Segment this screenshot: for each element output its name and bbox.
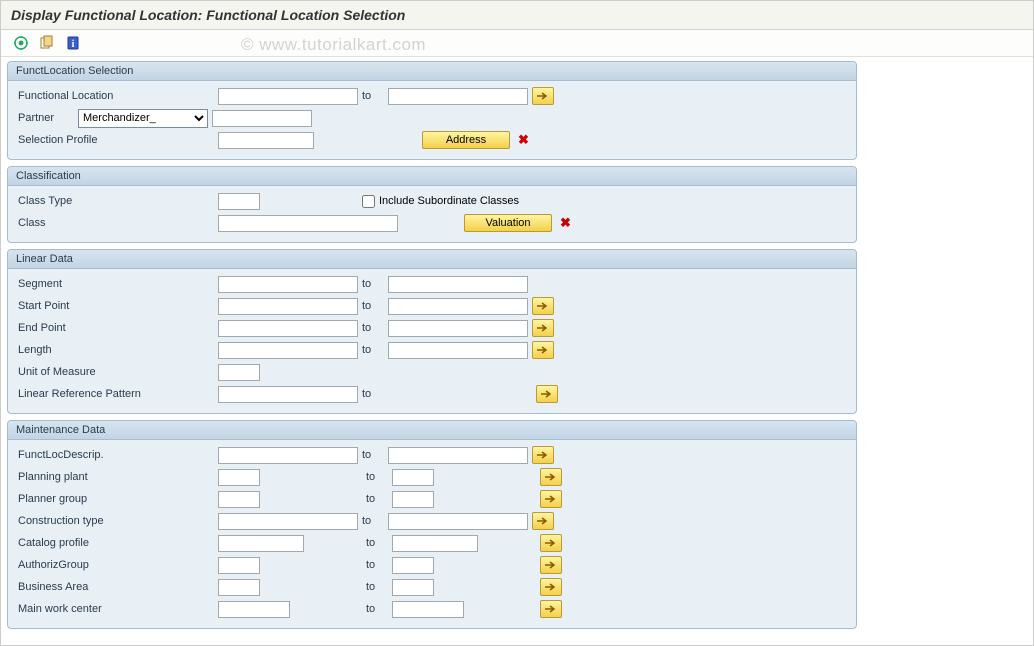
business-area-multi-button[interactable]	[540, 578, 562, 596]
functional-location-label: Functional Location	[14, 90, 164, 102]
authoriz-group-label: AuthorizGroup	[14, 559, 164, 571]
segment-to-input[interactable]	[388, 276, 528, 293]
unit-of-measure-label: Unit of Measure	[14, 366, 164, 378]
linear-data-group: Linear Data Segment to Start Point to	[7, 249, 857, 414]
end-point-from-input[interactable]	[218, 320, 358, 337]
construction-type-label: Construction type	[14, 515, 164, 527]
start-point-to-input[interactable]	[388, 298, 528, 315]
to-label: to	[366, 471, 388, 483]
address-button[interactable]: Address	[422, 131, 510, 149]
include-subordinate-label: Include Subordinate Classes	[379, 195, 519, 207]
valuation-clear-icon[interactable]: ✖	[560, 215, 571, 231]
to-label: to	[366, 581, 388, 593]
main-work-center-label: Main work center	[14, 603, 164, 615]
catalog-profile-label: Catalog profile	[14, 537, 164, 549]
business-area-from-input[interactable]	[218, 579, 260, 596]
business-area-to-input[interactable]	[392, 579, 434, 596]
selection-profile-label: Selection Profile	[14, 134, 164, 146]
lrp-from-input[interactable]	[218, 386, 358, 403]
valuation-button[interactable]: Valuation	[464, 214, 552, 232]
functional-location-multi-button[interactable]	[532, 87, 554, 105]
linear-data-header: Linear Data	[8, 250, 856, 269]
functloc-descrip-to-input[interactable]	[388, 447, 528, 464]
authoriz-group-from-input[interactable]	[218, 557, 260, 574]
construction-type-from-input[interactable]	[218, 513, 358, 530]
to-label: to	[362, 278, 384, 290]
class-type-input[interactable]	[218, 193, 260, 210]
partner-dropdown[interactable]: Merchandizer_	[78, 109, 208, 128]
functional-location-from-input[interactable]	[218, 88, 358, 105]
to-label: to	[366, 603, 388, 615]
to-label: to	[362, 388, 384, 400]
length-from-input[interactable]	[218, 342, 358, 359]
selection-profile-input[interactable]	[218, 132, 314, 149]
length-to-input[interactable]	[388, 342, 528, 359]
to-label: to	[366, 559, 388, 571]
segment-from-input[interactable]	[218, 276, 358, 293]
svg-text:i: i	[72, 39, 75, 50]
planning-plant-from-input[interactable]	[218, 469, 260, 486]
authoriz-group-multi-button[interactable]	[540, 556, 562, 574]
catalog-profile-multi-button[interactable]	[540, 534, 562, 552]
include-subordinate-checkbox[interactable]	[362, 195, 375, 208]
catalog-profile-to-input[interactable]	[392, 535, 478, 552]
authoriz-group-to-input[interactable]	[392, 557, 434, 574]
maintenance-data-group: Maintenance Data FunctLocDescrip. to Pla…	[7, 420, 857, 629]
end-point-to-input[interactable]	[388, 320, 528, 337]
start-point-from-input[interactable]	[218, 298, 358, 315]
lrp-label: Linear Reference Pattern	[14, 388, 164, 400]
functloc-selection-group: FunctLocation Selection Functional Locat…	[7, 61, 857, 160]
business-area-label: Business Area	[14, 581, 164, 593]
planning-plant-to-input[interactable]	[392, 469, 434, 486]
start-point-label: Start Point	[14, 300, 164, 312]
planner-group-multi-button[interactable]	[540, 490, 562, 508]
class-label: Class	[14, 217, 164, 229]
classification-group: Classification Class Type Include Subord…	[7, 166, 857, 243]
planner-group-from-input[interactable]	[218, 491, 260, 508]
functloc-descrip-multi-button[interactable]	[532, 446, 554, 464]
catalog-profile-from-input[interactable]	[218, 535, 304, 552]
variant-icon[interactable]	[37, 34, 57, 52]
length-multi-button[interactable]	[532, 341, 554, 359]
toolbar: i	[1, 30, 1033, 57]
class-input[interactable]	[218, 215, 398, 232]
functloc-descrip-from-input[interactable]	[218, 447, 358, 464]
page-title: Display Functional Location: Functional …	[1, 1, 1033, 30]
construction-type-to-input[interactable]	[388, 513, 528, 530]
planning-plant-label: Planning plant	[14, 471, 164, 483]
start-point-multi-button[interactable]	[532, 297, 554, 315]
address-clear-icon[interactable]: ✖	[518, 132, 529, 148]
to-label: to	[362, 322, 384, 334]
maintenance-data-header: Maintenance Data	[8, 421, 856, 440]
to-label: to	[366, 537, 388, 549]
execute-icon[interactable]	[11, 34, 31, 52]
info-icon[interactable]: i	[63, 34, 83, 52]
length-label: Length	[14, 344, 164, 356]
unit-of-measure-input[interactable]	[218, 364, 260, 381]
end-point-label: End Point	[14, 322, 164, 334]
to-label: to	[362, 515, 384, 527]
main-work-center-from-input[interactable]	[218, 601, 290, 618]
segment-label: Segment	[14, 278, 164, 290]
functional-location-to-input[interactable]	[388, 88, 528, 105]
functloc-selection-header: FunctLocation Selection	[8, 62, 856, 81]
partner-value-input[interactable]	[212, 110, 312, 127]
to-label: to	[362, 449, 384, 461]
end-point-multi-button[interactable]	[532, 319, 554, 337]
functloc-descrip-label: FunctLocDescrip.	[14, 449, 164, 461]
to-label: to	[362, 90, 384, 102]
to-label: to	[366, 493, 388, 505]
class-type-label: Class Type	[14, 195, 164, 207]
planning-plant-multi-button[interactable]	[540, 468, 562, 486]
to-label: to	[362, 300, 384, 312]
lrp-multi-button[interactable]	[536, 385, 558, 403]
partner-label: Partner	[14, 112, 74, 124]
construction-type-multi-button[interactable]	[532, 512, 554, 530]
to-label: to	[362, 344, 384, 356]
main-work-center-to-input[interactable]	[392, 601, 464, 618]
main-work-center-multi-button[interactable]	[540, 600, 562, 618]
planner-group-to-input[interactable]	[392, 491, 434, 508]
planner-group-label: Planner group	[14, 493, 164, 505]
classification-header: Classification	[8, 167, 856, 186]
